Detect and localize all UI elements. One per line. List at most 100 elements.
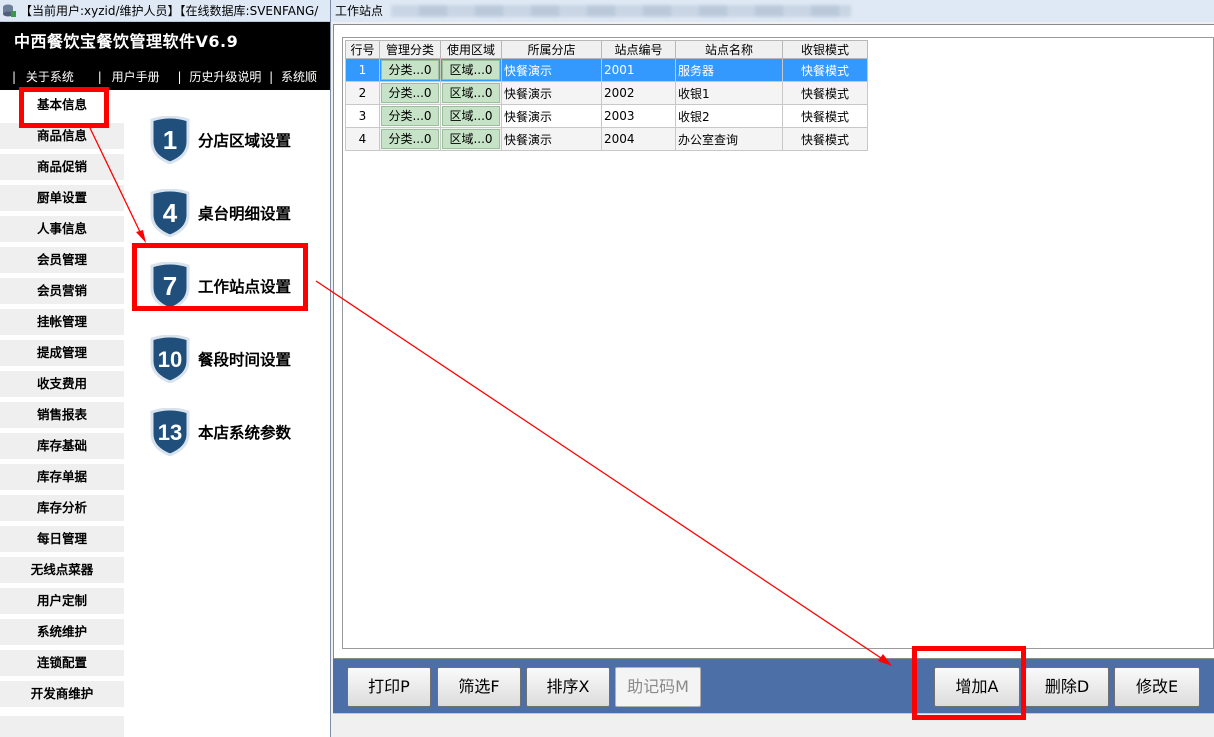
category-button[interactable]: 分类...0 [381, 83, 439, 103]
sidebar-item-commission[interactable]: 提成管理 [0, 340, 124, 366]
sidebar: 基本信息 商品信息 商品促销 厨单设置 人事信息 会员管理 会员营销 挂帐管理 … [0, 90, 126, 737]
area-cell[interactable]: 区域...0 [440, 81, 502, 105]
menu-system[interactable]: 系统顺 [281, 68, 317, 85]
shield-number-icon: 10 [150, 335, 190, 383]
col-row[interactable]: 行号 [345, 40, 380, 59]
titlebar-blurred-text [391, 5, 851, 17]
shield-number-icon: 13 [150, 408, 190, 456]
category-button[interactable]: 分类...0 [381, 129, 439, 149]
table-row[interactable]: 3 分类...0 区域...0 快餐演示 2003 收银2 快餐模式 [345, 104, 868, 128]
modify-button[interactable]: 修改E [1114, 667, 1200, 707]
category-button[interactable]: 分类...0 [381, 60, 439, 80]
cell-name: 收银1 [675, 81, 783, 105]
category-cell[interactable]: 分类...0 [379, 127, 441, 151]
area-button[interactable]: 区域...0 [442, 60, 500, 80]
sidebar-item-kitchen-order[interactable]: 厨单设置 [0, 185, 124, 211]
sidebar-item-sales-report[interactable]: 销售报表 [0, 402, 124, 428]
sidebar-filler [0, 716, 124, 737]
submenu-branch-area[interactable]: 1 分店区域设置 [148, 116, 328, 166]
menu-manual[interactable]: 用户手册 [112, 68, 160, 85]
cell-row: 2 [345, 81, 380, 105]
category-button[interactable]: 分类...0 [381, 106, 439, 126]
sidebar-item-custom[interactable]: 用户定制 [0, 588, 124, 614]
highlight-workstation [132, 243, 308, 311]
cell-code: 2001 [601, 58, 676, 82]
svg-text:4: 4 [163, 198, 178, 228]
submenu-label: 桌台明细设置 [198, 205, 292, 223]
area-button[interactable]: 区域...0 [442, 129, 500, 149]
cell-branch: 快餐演示 [501, 58, 602, 82]
cell-name: 收银2 [675, 104, 783, 128]
shield-number-icon: 4 [150, 189, 190, 237]
submenu-label: 本店系统参数 [198, 424, 292, 442]
category-cell[interactable]: 分类...0 [379, 58, 441, 82]
area-cell[interactable]: 区域...0 [440, 127, 502, 151]
highlight-basic-info [19, 87, 109, 128]
sidebar-item-maintenance[interactable]: 系统维护 [0, 619, 124, 645]
mnemonic-button[interactable]: 助记码M [615, 667, 701, 707]
sidebar-item-member-marketing[interactable]: 会员营销 [0, 278, 124, 304]
col-branch[interactable]: 所属分店 [501, 40, 602, 59]
table-row[interactable]: 4 分类...0 区域...0 快餐演示 2004 办公室查询 快餐模式 [345, 127, 868, 151]
window-title: 工作站点 [335, 4, 384, 18]
sort-button[interactable]: 排序X [526, 667, 610, 707]
top-menu: | 关于系统 | 用户手册 | 历史升级说明 | 系统顺 [12, 68, 318, 85]
cell-code: 2002 [601, 81, 676, 105]
sidebar-item-wireless[interactable]: 无线点菜器 [0, 557, 124, 583]
svg-text:1: 1 [163, 125, 177, 155]
cell-row: 3 [345, 104, 380, 128]
svg-text:13: 13 [158, 420, 182, 445]
sidebar-item-chain[interactable]: 连锁配置 [0, 650, 124, 676]
highlight-add-button [912, 646, 1026, 720]
submenu-meal-period[interactable]: 10 餐段时间设置 [148, 335, 328, 385]
status-bar [333, 713, 1214, 737]
col-code[interactable]: 站点编号 [601, 40, 676, 59]
workstation-window: 工作站点 行号 管理分类 使用区域 所属分店 站点编号 站点名称 收银模式 1 … [330, 0, 1214, 737]
sidebar-item-product-promo[interactable]: 商品促销 [0, 154, 124, 180]
area-cell[interactable]: 区域...0 [440, 58, 502, 82]
col-area[interactable]: 使用区域 [440, 40, 502, 59]
submenu-table-detail[interactable]: 4 桌台明细设置 [148, 189, 328, 239]
col-category[interactable]: 管理分类 [379, 40, 441, 59]
shield-number-icon: 1 [150, 116, 190, 164]
sidebar-item-developer[interactable]: 开发商维护 [0, 681, 124, 707]
cell-mode: 快餐模式 [782, 58, 868, 82]
button-bar: 打印P 筛选F 排序X 助记码M 增加A 删除D 修改E [333, 659, 1214, 713]
sidebar-item-personnel[interactable]: 人事信息 [0, 216, 124, 242]
submenu-system-params[interactable]: 13 本店系统参数 [148, 408, 328, 458]
cell-mode: 快餐模式 [782, 127, 868, 151]
col-mode[interactable]: 收银模式 [782, 40, 868, 59]
window-content: 行号 管理分类 使用区域 所属分店 站点编号 站点名称 收银模式 1 分类... [333, 24, 1214, 659]
menu-history[interactable]: 历史升级说明 [189, 68, 261, 85]
area-button[interactable]: 区域...0 [442, 83, 500, 103]
table-row[interactable]: 2 分类...0 区域...0 快餐演示 2002 收银1 快餐模式 [345, 81, 868, 105]
menu-about[interactable]: 关于系统 [26, 68, 74, 85]
sidebar-item-inventory-docs[interactable]: 库存单据 [0, 464, 124, 490]
submenu-panel: 1 分店区域设置 4 桌台明细设置 7 工作站点设置 10 餐段时间设置 13 … [126, 90, 330, 737]
cell-row: 4 [345, 127, 380, 151]
delete-button[interactable]: 删除D [1025, 667, 1109, 707]
sidebar-item-inventory-analysis[interactable]: 库存分析 [0, 495, 124, 521]
submenu-label: 分店区域设置 [198, 132, 292, 150]
category-cell[interactable]: 分类...0 [379, 104, 441, 128]
svg-text:10: 10 [158, 347, 182, 372]
cell-code: 2004 [601, 127, 676, 151]
col-name[interactable]: 站点名称 [675, 40, 783, 59]
table-row[interactable]: 1 分类...0 区域...0 快餐演示 2001 服务器 快餐模式 [345, 58, 868, 82]
workstation-grid: 行号 管理分类 使用区域 所属分店 站点编号 站点名称 收银模式 1 分类... [342, 37, 1214, 649]
sidebar-item-daily[interactable]: 每日管理 [0, 526, 124, 552]
area-cell[interactable]: 区域...0 [440, 104, 502, 128]
screen: 【当前用户:xyzid/维护人员】【在线数据库:SVENFANG/ 中西餐饮宝餐… [0, 0, 1214, 737]
sidebar-item-expenses[interactable]: 收支费用 [0, 371, 124, 397]
cell-mode: 快餐模式 [782, 104, 868, 128]
submenu-label: 餐段时间设置 [198, 351, 292, 369]
cell-branch: 快餐演示 [501, 81, 602, 105]
area-button[interactable]: 区域...0 [442, 106, 500, 126]
category-cell[interactable]: 分类...0 [379, 81, 441, 105]
workstation-table: 行号 管理分类 使用区域 所属分店 站点编号 站点名称 收银模式 1 分类... [345, 40, 868, 151]
sidebar-item-member-mgmt[interactable]: 会员管理 [0, 247, 124, 273]
sidebar-item-credit[interactable]: 挂帐管理 [0, 309, 124, 335]
filter-button[interactable]: 筛选F [437, 667, 521, 707]
sidebar-item-inventory-base[interactable]: 库存基础 [0, 433, 124, 459]
print-button[interactable]: 打印P [347, 667, 431, 707]
